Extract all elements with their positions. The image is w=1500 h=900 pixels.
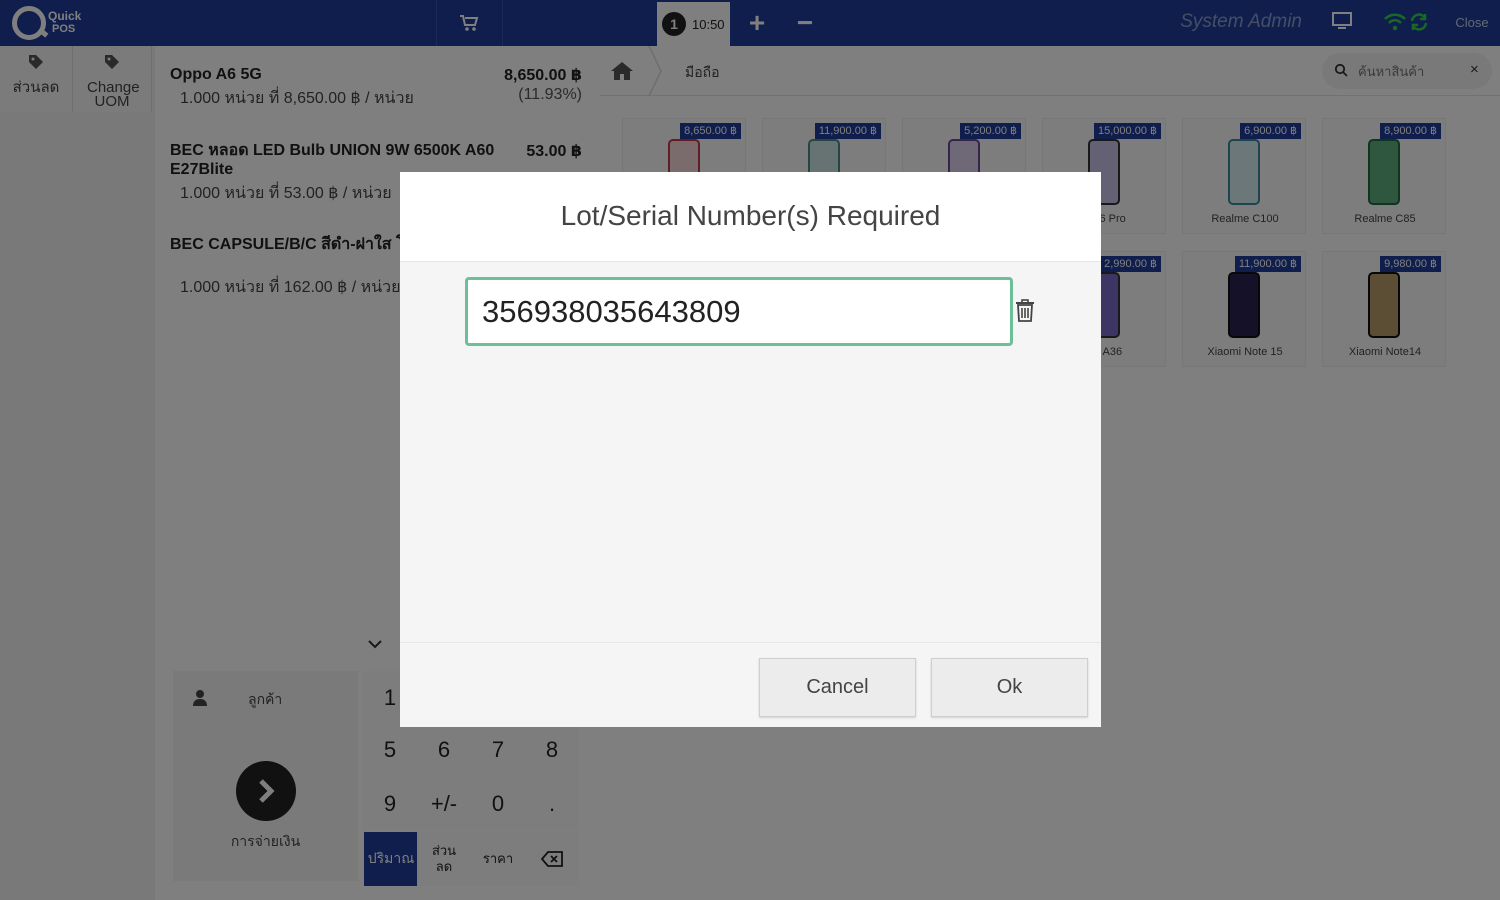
serial-number-dialog: Lot/Serial Number(s) Required Cancel Ok	[400, 172, 1101, 727]
dialog-title: Lot/Serial Number(s) Required	[560, 200, 941, 231]
ok-button[interactable]: Ok	[931, 658, 1088, 717]
delete-serial-button[interactable]	[1012, 296, 1038, 326]
trash-icon	[1016, 299, 1034, 322]
dialog-footer: Cancel Ok	[400, 642, 1101, 727]
dialog-header: Lot/Serial Number(s) Required	[400, 172, 1101, 262]
serial-number-input[interactable]	[465, 277, 1013, 346]
cancel-button[interactable]: Cancel	[759, 658, 916, 717]
